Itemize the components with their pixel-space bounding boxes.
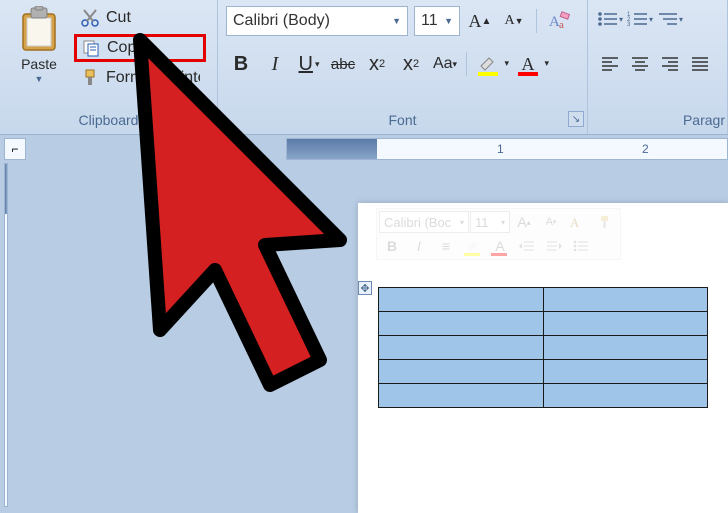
justify-icon [690, 55, 710, 71]
table-move-handle[interactable]: ✥ [358, 281, 372, 295]
font-launcher[interactable]: ↘ [568, 111, 584, 127]
mini-center[interactable]: ≡ [433, 235, 459, 257]
table-cell[interactable] [543, 384, 708, 408]
mini-indent-inc[interactable] [541, 235, 567, 257]
brush-icon [80, 68, 100, 88]
document-area: Calibri (Boc▾ 11▾ A▴ A▾ A B I ≡ A [0, 163, 728, 507]
table-cell[interactable] [379, 384, 544, 408]
copy-button[interactable]: Copy [74, 34, 206, 62]
highlight-button[interactable]: ▾ [473, 50, 503, 78]
paste-button[interactable]: Paste ▼ [4, 2, 74, 104]
mini-font-combo[interactable]: Calibri (Boc▾ [379, 211, 469, 233]
multilevel-list-button[interactable]: ▾ [656, 6, 684, 32]
font-name-value: Calibri (Body) [233, 12, 330, 30]
paste-label: Paste [21, 56, 57, 72]
justify-button[interactable] [686, 50, 714, 76]
underline-button[interactable]: U▾ [294, 50, 324, 78]
svg-text:A: A [570, 215, 580, 230]
document-table[interactable] [378, 287, 708, 408]
paragraph-group-label: Paragr [588, 108, 727, 132]
ribbon: Paste ▼ Cut [0, 0, 728, 135]
chevron-down-icon: ▼ [444, 16, 453, 26]
table-cell[interactable] [543, 312, 708, 336]
clipboard-launcher[interactable]: ↘ [198, 111, 214, 127]
font-group: Calibri (Body) ▼ 11 ▼ A▲ A▼ A a B I U▾ [218, 0, 588, 134]
scissors-icon [80, 8, 100, 28]
mini-font-color[interactable]: A [487, 235, 513, 257]
italic-button[interactable]: I [260, 50, 290, 78]
numbering-icon: 1 2 3 [627, 10, 649, 28]
table-row [379, 384, 708, 408]
mini-bullets[interactable] [568, 235, 594, 257]
table-cell[interactable] [379, 360, 544, 384]
horizontal-ruler-area: ⌐ 1 2 [0, 135, 728, 163]
mini-format-painter[interactable] [592, 211, 618, 233]
font-size-combo[interactable]: 11 ▼ [414, 6, 460, 36]
font-name-combo[interactable]: Calibri (Body) ▼ [226, 6, 408, 36]
superscript-button[interactable]: x2 [396, 50, 426, 78]
mini-toolbar: Calibri (Boc▾ 11▾ A▴ A▾ A B I ≡ A [376, 208, 621, 260]
tab-selector[interactable]: ⌐ [4, 138, 26, 160]
clipboard-group-label: Clipboard [0, 108, 217, 132]
font-group-label: Font [218, 108, 587, 132]
chevron-down-icon: ▼ [392, 16, 401, 26]
font-color-button[interactable]: A ▾ [513, 50, 543, 78]
shrink-font-button[interactable]: A▼ [500, 7, 528, 35]
strikethrough-button[interactable]: abc [328, 50, 358, 78]
align-left-button[interactable] [596, 50, 624, 76]
mini-highlight[interactable] [460, 235, 486, 257]
vertical-ruler[interactable] [4, 163, 8, 507]
mini-shrink-font[interactable]: A▾ [538, 211, 564, 233]
table-row [379, 360, 708, 384]
align-center-button[interactable] [626, 50, 654, 76]
align-center-icon [630, 55, 650, 71]
bold-button[interactable]: B [226, 50, 256, 78]
format-painter-label: Format Painter [106, 69, 200, 87]
mini-bold[interactable]: B [379, 235, 405, 257]
grow-font-button[interactable]: A▲ [466, 7, 494, 35]
multilevel-icon [657, 10, 679, 28]
table-cell[interactable] [379, 312, 544, 336]
clear-format-button[interactable]: A a [545, 7, 573, 35]
change-case-button[interactable]: Aa▾ [430, 50, 460, 78]
bullets-button[interactable]: ▾ [596, 6, 624, 32]
align-left-icon [600, 55, 620, 71]
table-cell[interactable] [379, 288, 544, 312]
align-right-button[interactable] [656, 50, 684, 76]
cut-button[interactable]: Cut [74, 4, 206, 32]
mini-grow-font[interactable]: A▴ [511, 211, 537, 233]
copy-icon [81, 38, 101, 58]
subscript-button[interactable]: x2 [362, 50, 392, 78]
chevron-down-icon: ▼ [35, 74, 44, 84]
ruler-mark: 2 [642, 142, 649, 156]
format-painter-button[interactable]: Format Painter [74, 64, 206, 92]
document-page[interactable]: Calibri (Boc▾ 11▾ A▴ A▾ A B I ≡ A [358, 203, 728, 513]
ruler-mark: 1 [497, 142, 504, 156]
bullets-icon [597, 10, 619, 28]
table-row [379, 336, 708, 360]
mini-size-combo[interactable]: 11▾ [470, 211, 510, 233]
horizontal-ruler[interactable]: 1 2 [286, 138, 728, 160]
mini-indent-dec[interactable] [514, 235, 540, 257]
table-row [379, 288, 708, 312]
copy-label: Copy [107, 39, 144, 57]
numbering-button[interactable]: 1 2 3 ▾ [626, 6, 654, 32]
table-cell[interactable] [543, 336, 708, 360]
highlight-icon [477, 54, 499, 74]
eraser-icon: A a [547, 10, 571, 32]
clipboard-group: Paste ▼ Cut [0, 0, 218, 134]
svg-text:a: a [559, 19, 564, 31]
mini-styles[interactable]: A [565, 211, 591, 233]
paragraph-group: ▾ 1 2 3 ▾ ▾ [588, 0, 728, 134]
table-cell[interactable] [543, 288, 708, 312]
font-size-value: 11 [421, 12, 438, 30]
mini-italic[interactable]: I [406, 235, 432, 257]
svg-text:3: 3 [627, 22, 631, 28]
table-row [379, 312, 708, 336]
table-cell[interactable] [543, 360, 708, 384]
align-right-icon [660, 55, 680, 71]
table-cell[interactable] [379, 336, 544, 360]
paste-icon [17, 6, 61, 54]
cut-label: Cut [106, 9, 131, 27]
